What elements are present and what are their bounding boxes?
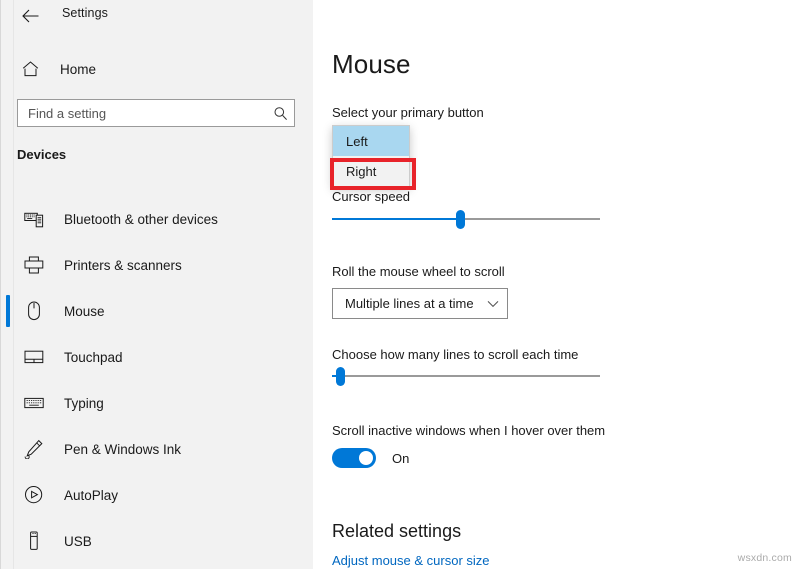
sidebar-group-header: Devices (17, 147, 67, 162)
main-content: Mouse Select your primary button Cursor … (313, 0, 800, 569)
sidebar-item-mouse[interactable]: Mouse (1, 288, 313, 334)
app-title: Settings (62, 6, 108, 20)
keyboard-icon (17, 396, 51, 410)
slider-thumb[interactable] (456, 210, 466, 229)
sidebar-item-label: AutoPlay (64, 487, 119, 503)
selection-indicator (6, 525, 10, 557)
sidebar-item-home[interactable]: Home (15, 54, 305, 84)
home-icon (15, 61, 45, 77)
selection-indicator (6, 203, 10, 235)
autoplay-icon (17, 485, 51, 505)
sidebar-nav: Bluetooth & other devices Printers & sca… (1, 196, 313, 564)
selection-indicator (6, 387, 10, 419)
slider-thumb[interactable] (335, 367, 345, 386)
sidebar-item-label: Typing (64, 395, 104, 411)
inactive-scroll-toggle[interactable] (332, 448, 376, 468)
slider-track-filled (332, 218, 461, 220)
scroll-wheel-combobox[interactable]: Multiple lines at a time (332, 288, 508, 319)
selection-indicator (6, 295, 10, 327)
cursor-speed-slider[interactable] (332, 209, 600, 229)
primary-button-dropdown-list[interactable]: Left Right (332, 125, 410, 187)
sidebar: Settings Home Devices (1, 0, 313, 569)
sidebar-home-label: Home (60, 61, 97, 77)
sidebar-item-label: Touchpad (64, 349, 123, 365)
related-link-adjust-mouse-cursor-size[interactable]: Adjust mouse & cursor size (332, 553, 490, 568)
back-arrow-icon (21, 9, 38, 23)
lines-to-scroll-slider[interactable] (332, 366, 600, 386)
lines-to-scroll-label: Choose how many lines to scroll each tim… (332, 347, 579, 362)
scroll-wheel-label: Roll the mouse wheel to scroll (332, 264, 505, 279)
sidebar-item-printers-scanners[interactable]: Printers & scanners (1, 242, 313, 288)
touchpad-icon (17, 349, 51, 365)
dropdown-option-right[interactable]: Right (333, 156, 409, 186)
toggle-knob (359, 451, 373, 465)
window-inner-border (13, 0, 14, 569)
toggle-state-label: On (392, 450, 410, 466)
chevron-down-icon (479, 300, 507, 308)
sidebar-item-typing[interactable]: Typing (1, 380, 313, 426)
inactive-scroll-label: Scroll inactive windows when I hover ove… (332, 423, 606, 438)
sidebar-item-label: USB (64, 533, 92, 549)
sidebar-item-label: Bluetooth & other devices (64, 211, 218, 227)
sidebar-item-autoplay[interactable]: AutoPlay (1, 472, 313, 518)
selection-indicator (6, 341, 10, 373)
bluetooth-devices-icon (17, 210, 51, 228)
titlebar: Settings (1, 0, 313, 32)
inactive-scroll-toggle-row: On (332, 448, 409, 468)
back-button[interactable] (15, 2, 45, 30)
selection-indicator (6, 433, 10, 465)
primary-button-label: Select your primary button (332, 105, 484, 120)
related-settings-title: Related settings (332, 521, 462, 541)
scroll-wheel-selected-value: Multiple lines at a time (345, 296, 474, 311)
mouse-icon (17, 301, 51, 321)
cursor-speed-label: Cursor speed (332, 189, 411, 204)
watermark: wsxdn.com (737, 552, 792, 564)
sidebar-item-usb[interactable]: USB (1, 518, 313, 564)
printer-icon (17, 256, 51, 274)
selection-indicator (6, 479, 10, 511)
sidebar-item-label: Printers & scanners (64, 257, 182, 273)
search-input[interactable] (18, 105, 266, 121)
sidebar-item-pen-windows-ink[interactable]: Pen & Windows Ink (1, 426, 313, 472)
dropdown-option-left[interactable]: Left (333, 126, 409, 156)
search-icon (266, 106, 294, 121)
settings-window: Settings Home Devices (0, 0, 800, 569)
search-box[interactable] (17, 99, 295, 127)
sidebar-item-touchpad[interactable]: Touchpad (1, 334, 313, 380)
slider-track-rest (460, 218, 600, 220)
sidebar-item-label: Pen & Windows Ink (64, 441, 182, 457)
pen-icon (17, 439, 51, 459)
sidebar-item-label: Mouse (64, 303, 105, 319)
page-title: Mouse (332, 49, 411, 79)
sidebar-item-bluetooth-other-devices[interactable]: Bluetooth & other devices (1, 196, 313, 242)
selection-indicator (6, 249, 10, 281)
slider-track-rest (340, 375, 600, 377)
usb-icon (17, 531, 51, 551)
